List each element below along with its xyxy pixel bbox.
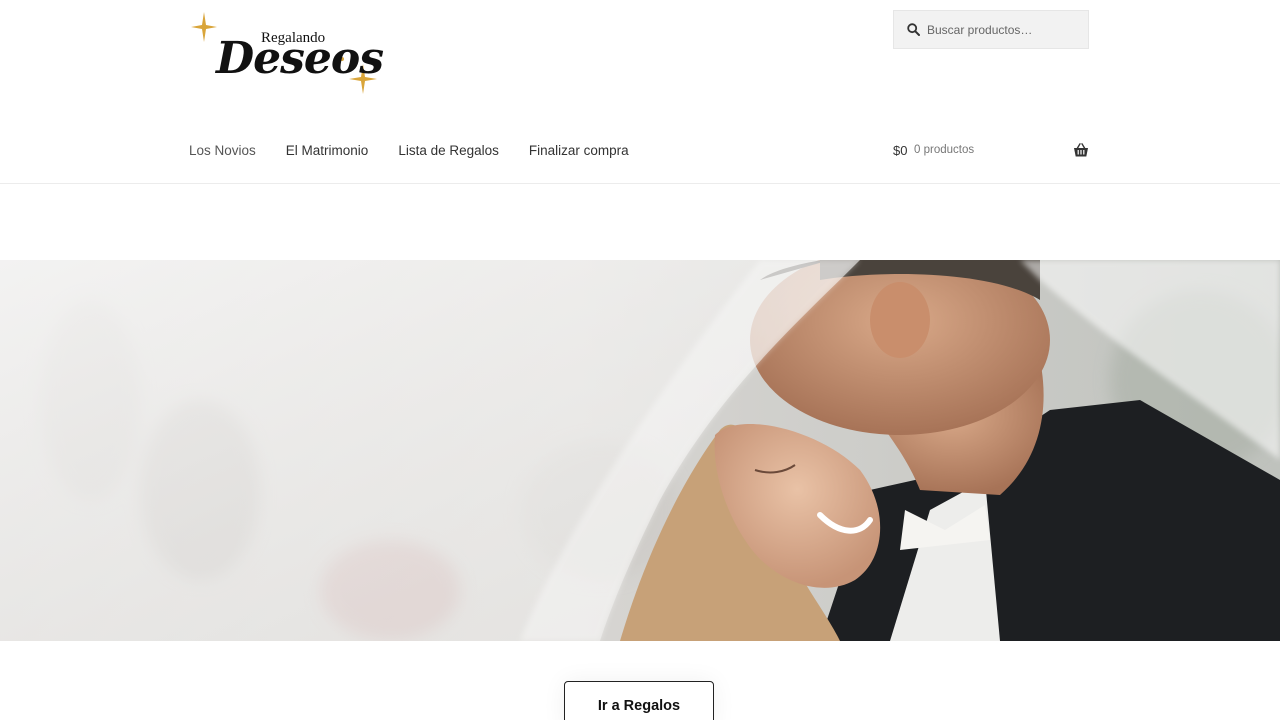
cart-summary[interactable]: $0 0 productos [893, 143, 1089, 161]
cart-count: 0 productos [914, 144, 975, 156]
nav-item-finalizar-compra[interactable]: Finalizar compra [529, 143, 629, 158]
hero-banner [0, 260, 1280, 641]
go-to-gifts-button[interactable]: Ir a Regalos [564, 681, 714, 720]
nav-item-lista-de-regalos[interactable]: Lista de Regalos [398, 143, 499, 158]
nav-item-los-novios[interactable]: Los Novios [189, 143, 256, 158]
main-navigation: Los Novios El Matrimonio Lista de Regalo… [189, 143, 629, 158]
site-header: Regalando Deseos Los Novios El Matrimoni… [0, 0, 1280, 184]
hero-image [0, 260, 1280, 641]
search-input[interactable] [927, 22, 1077, 37]
logo-big-word: Deseos [216, 33, 384, 84]
product-search [893, 10, 1089, 49]
sparkle-icon [191, 12, 217, 42]
search-icon[interactable] [907, 22, 921, 37]
basket-icon[interactable] [1073, 143, 1089, 158]
cart-amount: $0 [893, 143, 908, 158]
site-logo[interactable]: Regalando Deseos [189, 8, 384, 100]
nav-item-el-matrimonio[interactable]: El Matrimonio [286, 143, 369, 158]
